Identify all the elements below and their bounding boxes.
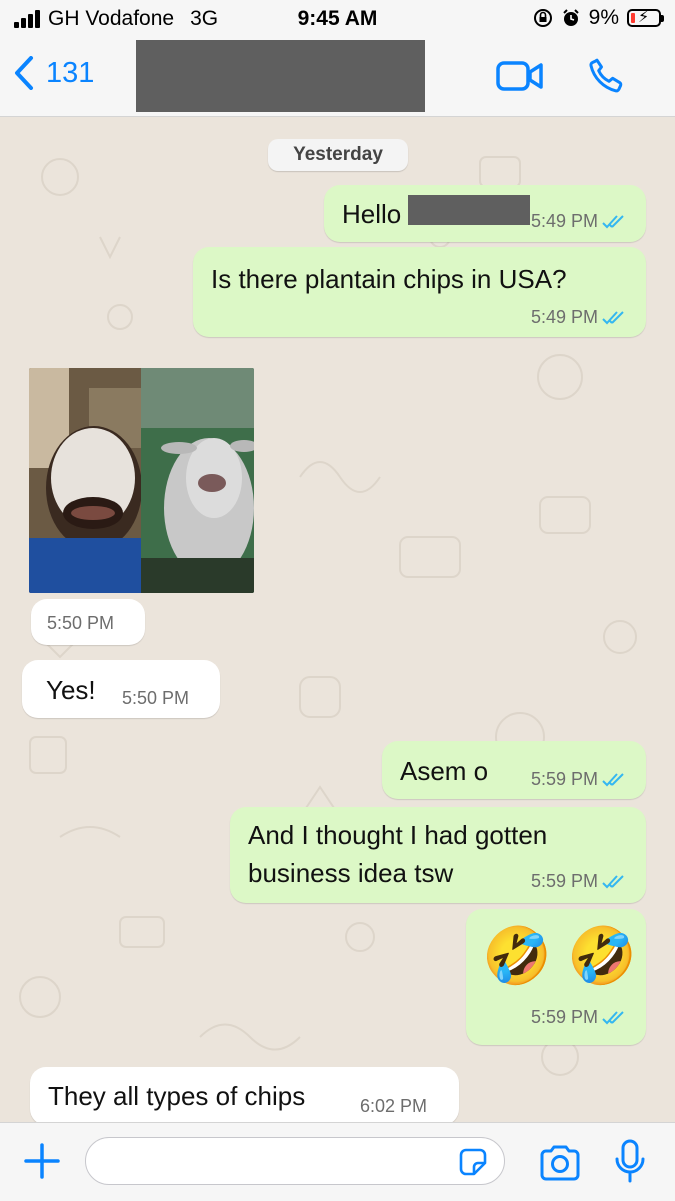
unread-count: 131	[46, 56, 95, 89]
message-input-container[interactable]	[85, 1137, 505, 1185]
message-time: 5:50 PM	[122, 688, 190, 708]
battery-icon: ⚡	[627, 9, 664, 27]
read-receipt-icon	[602, 772, 624, 786]
date-separator: Yesterday	[268, 139, 408, 171]
message-time: 5:50 PM	[47, 613, 115, 633]
chevron-left-icon	[15, 56, 33, 90]
message-text-line: And I thought I had gotten	[248, 820, 548, 850]
read-receipt-icon	[602, 310, 624, 324]
message-bubble-outgoing[interactable]: And I thought I had gotten business idea…	[230, 807, 646, 903]
message-time: 5:59 PM	[530, 769, 598, 789]
message-time: 5:59 PM	[530, 871, 598, 891]
media-image[interactable]	[29, 368, 254, 593]
message-bubble-outgoing[interactable]: 🤣 🤣 5:59 PM	[466, 909, 646, 1045]
message-composer	[0, 1122, 675, 1201]
chat-header: 131	[0, 36, 675, 117]
message-bubble-incoming[interactable]: They all types of chips 6:02 PM	[30, 1067, 459, 1122]
sticker-icon[interactable]	[458, 1147, 488, 1177]
microphone-icon[interactable]	[614, 1139, 646, 1185]
message-text: They all types of chips	[48, 1081, 306, 1111]
message-time: 6:02 PM	[360, 1096, 428, 1116]
message-input[interactable]	[104, 1138, 448, 1184]
emoji-rofl: 🤣 🤣	[482, 924, 638, 987]
video-call-icon[interactable]	[496, 60, 544, 92]
read-receipt-icon	[602, 1010, 624, 1024]
message-bubble-incoming[interactable]: Yes! 5:50 PM	[22, 660, 220, 718]
video-thumbnail	[29, 368, 254, 593]
message-text: Asem o	[400, 756, 489, 786]
message-bubble-outgoing[interactable]: Hello 5:49 PM	[324, 185, 646, 242]
message-time: 5:59 PM	[530, 1007, 598, 1027]
message-text: Yes!	[46, 675, 96, 705]
message-time: 5:49 PM	[530, 211, 598, 231]
alarm-icon	[562, 9, 579, 26]
message-time-bubble[interactable]: 5:50 PM	[31, 599, 145, 645]
camera-icon[interactable]	[538, 1145, 582, 1181]
read-receipt-icon	[602, 214, 624, 228]
message-bubble-outgoing[interactable]: Is there plantain chips in USA? 5:49 PM	[193, 247, 646, 337]
message-text: Hello	[342, 199, 402, 229]
orientation-lock-icon	[533, 9, 552, 27]
battery-percent: 9%	[588, 6, 619, 29]
redacted-name	[408, 195, 530, 225]
message-time: 5:49 PM	[530, 307, 598, 327]
chat-area[interactable]: Yesterday Hello 5:49 PM Is there plantai…	[0, 117, 675, 1122]
back-button[interactable]: 131	[14, 56, 94, 90]
read-receipt-icon	[602, 874, 624, 888]
status-bar: GH Vodafone 3G 9:45 AM 9% ⚡	[0, 0, 675, 36]
message-text-line: business idea tsw	[248, 858, 454, 888]
message-bubble-outgoing[interactable]: Asem o 5:59 PM	[382, 741, 646, 799]
contact-name-redacted[interactable]	[136, 40, 425, 112]
message-text: Is there plantain chips in USA?	[211, 264, 567, 294]
phone-call-icon[interactable]	[586, 56, 626, 96]
plus-icon[interactable]	[22, 1141, 62, 1181]
